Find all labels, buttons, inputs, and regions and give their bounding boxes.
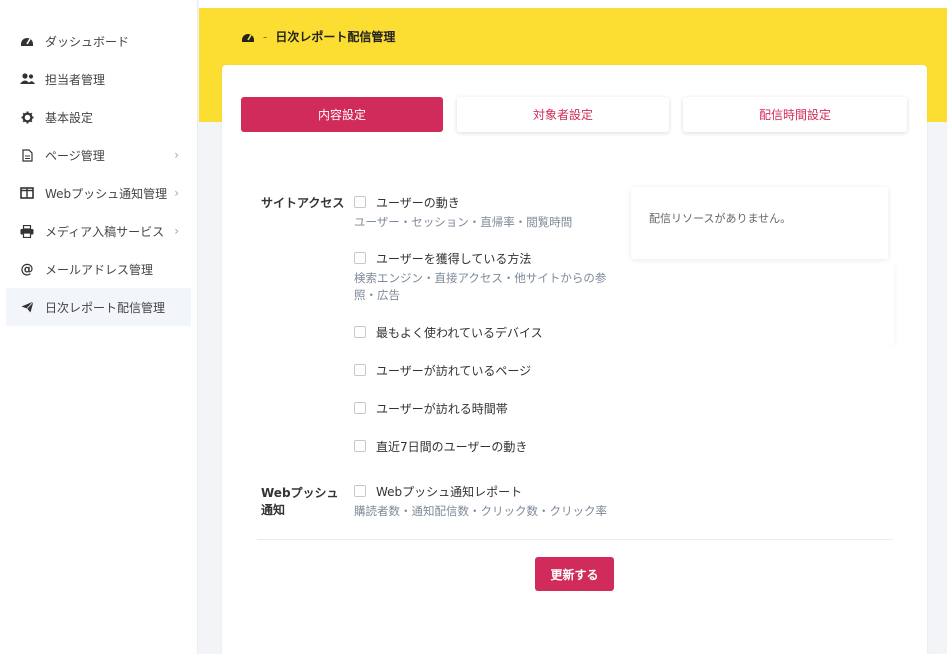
sidebar-item-daily-report[interactable]: 日次レポート配信管理: [6, 288, 191, 326]
settings-card: 内容設定 対象者設定 配信時間設定 サイトアクセス ユーザーの動き ユーザー・セ…: [222, 65, 927, 654]
tab-content-settings[interactable]: 内容設定: [241, 97, 443, 132]
sidebar: ダッシュボード 担当者管理 基本設定 ページ管理 › Webプッシュ通知管理 ›…: [0, 0, 198, 654]
option-user-behavior: ユーザーの動き ユーザー・セッション・直帰率・閲覧時間: [354, 193, 624, 231]
sidebar-item-label: Webプッシュ通知管理: [45, 186, 168, 201]
sidebar-item-settings[interactable]: 基本設定: [0, 98, 197, 136]
breadcrumb-separator: -: [263, 29, 268, 44]
sidebar-item-email[interactable]: @ メールアドレス管理: [0, 250, 197, 288]
sidebar-item-pages[interactable]: ページ管理 ›: [0, 136, 197, 174]
printer-icon: [18, 222, 36, 240]
option-label: ユーザーの動き: [376, 195, 460, 210]
gear-icon: [18, 108, 36, 126]
dashboard-icon[interactable]: [241, 30, 255, 44]
divider: [257, 539, 893, 540]
tab-delivery-time-settings[interactable]: 配信時間設定: [683, 97, 907, 132]
option-acquisition: ユーザーを獲得している方法 検索エンジン・直接アクセス・他サイトからの参照・広告: [354, 249, 624, 304]
document-icon: [18, 146, 36, 164]
option-time-of-day: ユーザーが訪れる時間帯: [354, 399, 508, 417]
sidebar-item-dashboard[interactable]: ダッシュボード: [0, 22, 197, 60]
sidebar-item-label: 基本設定: [45, 110, 94, 125]
option-label: 直近7日間のユーザーの動き: [376, 439, 528, 454]
panel-edge: [888, 265, 894, 345]
checkbox[interactable]: [354, 326, 366, 338]
checkbox[interactable]: [354, 402, 366, 414]
sidebar-item-label: 日次レポート配信管理: [45, 300, 166, 315]
users-icon: [18, 70, 36, 88]
at-icon: @: [20, 261, 34, 277]
option-description: ユーザー・セッション・直帰率・閲覧時間: [354, 215, 573, 229]
sidebar-item-label: ページ管理: [45, 148, 105, 163]
sidebar-item-media[interactable]: メディア入稿サービス ›: [0, 212, 197, 250]
update-button[interactable]: 更新する: [535, 557, 614, 591]
dashboard-icon: [18, 32, 36, 50]
sidebar-item-label: ダッシュボード: [45, 34, 130, 49]
checkbox[interactable]: [354, 196, 366, 208]
tab-target-settings[interactable]: 対象者設定: [457, 97, 669, 132]
checkbox[interactable]: [354, 440, 366, 452]
sidebar-item-label: メールアドレス管理: [45, 262, 154, 277]
checkbox[interactable]: [354, 485, 366, 497]
breadcrumb-current: 日次レポート配信管理: [275, 30, 396, 44]
section-label-web-push: Webプッシュ通知: [261, 486, 339, 517]
option-web-push-report: Webプッシュ通知レポート 購読者数・通知配信数・クリック数・クリック率: [354, 482, 624, 520]
main-content: - 日次レポート配信管理 内容設定 対象者設定 配信時間設定 サイトアクセス ユ…: [199, 0, 947, 654]
option-last-7-days: 直近7日間のユーザーの動き: [354, 437, 527, 455]
option-label: 最もよく使われているデバイス: [376, 325, 543, 340]
option-description: 購読者数・通知配信数・クリック数・クリック率: [354, 504, 607, 518]
paper-plane-icon: [18, 298, 36, 316]
option-label: ユーザーが訪れているページ: [376, 363, 532, 378]
checkbox[interactable]: [354, 252, 366, 264]
resource-panel: 配信リソースがありません。: [631, 187, 888, 259]
sidebar-item-staff[interactable]: 担当者管理: [0, 60, 197, 98]
window-icon: [18, 184, 36, 202]
chevron-right-icon: ›: [174, 148, 179, 162]
resource-empty-message: 配信リソースがありません。: [649, 212, 792, 225]
chevron-right-icon: ›: [174, 224, 179, 238]
sidebar-item-label: メディア入稿サービス: [45, 224, 165, 239]
sidebar-item-web-push[interactable]: Webプッシュ通知管理 ›: [0, 174, 197, 212]
option-description: 検索エンジン・直接アクセス・他サイトからの参照・広告: [354, 271, 607, 302]
section-label-site-access: サイトアクセス: [261, 196, 345, 210]
option-pages: ユーザーが訪れているページ: [354, 361, 531, 379]
checkbox[interactable]: [354, 364, 366, 376]
chevron-right-icon: ›: [174, 186, 179, 200]
option-label: ユーザーが訪れる時間帯: [376, 401, 508, 416]
option-label: Webプッシュ通知レポート: [376, 484, 523, 499]
breadcrumb: - 日次レポート配信管理: [241, 28, 395, 45]
sidebar-item-label: 担当者管理: [45, 72, 106, 87]
option-label: ユーザーを獲得している方法: [376, 251, 532, 266]
option-devices: 最もよく使われているデバイス: [354, 323, 543, 341]
